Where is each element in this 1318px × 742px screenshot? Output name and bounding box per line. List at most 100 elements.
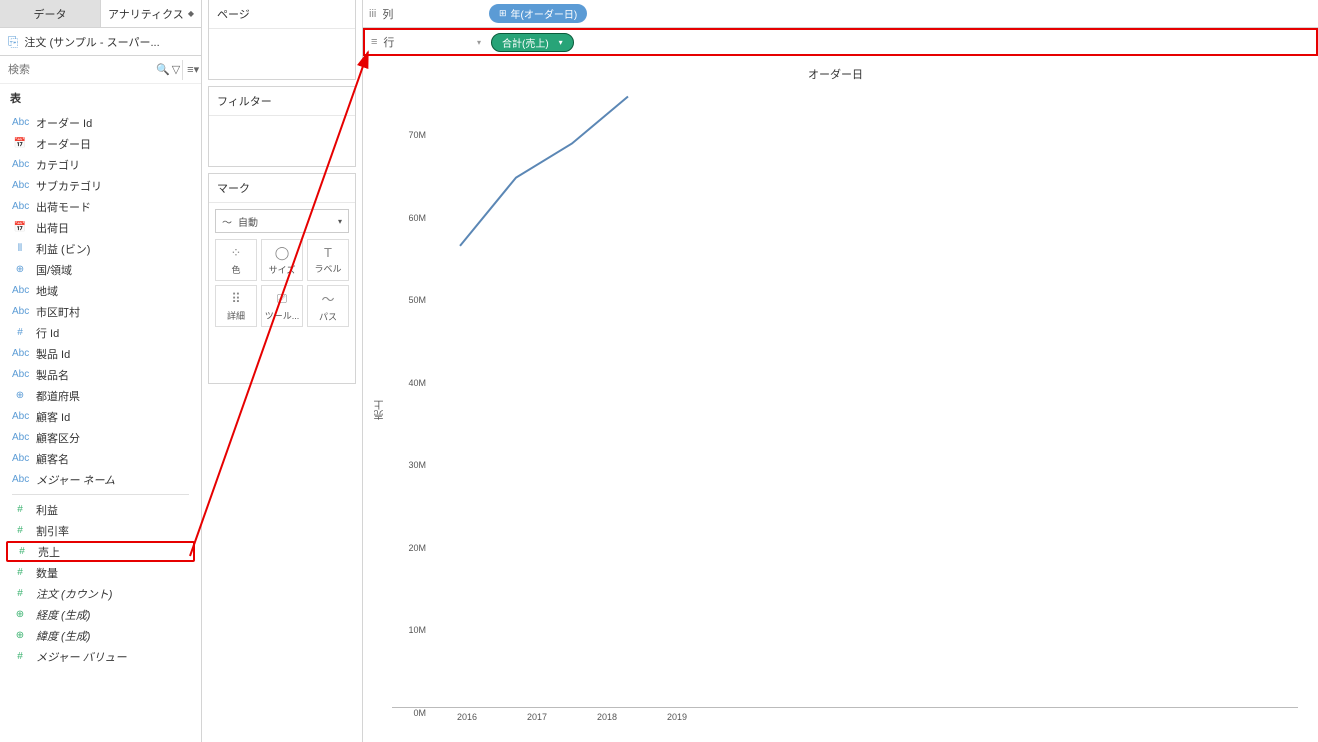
y-tick: 30M	[408, 460, 426, 470]
Abc-icon: Abc	[12, 474, 28, 485]
Abc-icon: Abc	[12, 411, 28, 422]
chart-plot[interactable]: 0M10M20M30M40M50M60M70M	[392, 88, 1298, 708]
mark-color-button[interactable]: ⁘色	[215, 239, 257, 281]
field-label: 国/領域	[36, 262, 72, 278]
field-緯度 (生成)[interactable]: ⊕緯度 (生成)	[6, 625, 195, 646]
Abc-icon: Abc	[12, 180, 28, 191]
date-icon: 📅	[12, 222, 28, 233]
field-注文 (カウント)[interactable]: # 注文 (カウント)	[6, 583, 195, 604]
x-tick: 2019	[642, 708, 712, 732]
field-label: 出荷モード	[36, 199, 91, 215]
mark-path-button[interactable]: 〜パス	[307, 285, 349, 327]
mark-type-select[interactable]: 〜 自動 ▾	[215, 209, 349, 233]
field-label: 製品名	[36, 367, 69, 383]
field-label: 売上	[38, 544, 60, 560]
field-売上[interactable]: #売上	[6, 541, 195, 562]
field-市区町村[interactable]: Abc市区町村	[6, 301, 195, 322]
datasource-name: 注文 (サンプル - スーパー...	[24, 34, 159, 50]
chart-area: オーダー日 売上 0M10M20M30M40M50M60M70M 2016201…	[363, 56, 1318, 742]
detail-icon: ⠿	[231, 291, 241, 307]
field-出荷日[interactable]: 📅 出荷日	[6, 217, 195, 238]
line-series	[432, 88, 752, 408]
Abc-icon: Abc	[12, 432, 28, 443]
field-label: 数量	[36, 565, 58, 581]
field-割引率[interactable]: #割引率	[6, 520, 195, 541]
field-label: 利益	[36, 502, 58, 518]
y-tick: 0M	[413, 708, 426, 718]
field-メジャー バリュー[interactable]: #メジャー バリュー	[6, 646, 195, 667]
Abc-icon: Abc	[12, 306, 28, 317]
field-オーダー Id[interactable]: Abcオーダー Id	[6, 112, 195, 133]
field-顧客 Id[interactable]: Abc顧客 Id	[6, 406, 195, 427]
hash-icon: #	[12, 504, 28, 515]
field-都道府県[interactable]: ⊕都道府県	[6, 385, 195, 406]
globe-icon: ⊕	[12, 264, 28, 275]
filter-icon[interactable]: ▽	[172, 60, 180, 80]
search-input[interactable]	[4, 62, 154, 78]
data-tabs: データ アナリティクス◆	[0, 0, 201, 28]
mark-label-button[interactable]: Tラベル	[307, 239, 349, 281]
x-axis: 2016201720182019	[392, 708, 712, 732]
datasource-icon: ⎘	[8, 34, 18, 50]
field-メジャー ネーム[interactable]: Abcメジャー ネーム	[6, 469, 195, 490]
filters-shelf[interactable]: フィルター	[208, 86, 356, 167]
mark-size-button[interactable]: ◯サイズ	[261, 239, 303, 281]
Abc-icon: Abc	[12, 453, 28, 464]
y-tick: 20M	[408, 543, 426, 553]
y-tick: 10M	[408, 625, 426, 635]
Abc-icon: Abc	[12, 117, 28, 128]
field-行 Id[interactable]: #行 Id	[6, 322, 195, 343]
y-tick: 70M	[408, 130, 426, 140]
datasource-row[interactable]: ⎘ 注文 (サンプル - スーパー...	[0, 28, 201, 56]
hash-icon: #	[12, 588, 28, 599]
field-利益 (ビン)[interactable]: ⫴利益 (ビン)	[6, 238, 195, 259]
field-経度 (生成)[interactable]: ⊕経度 (生成)	[6, 604, 195, 625]
field-label: 注文 (カウント)	[36, 586, 112, 602]
mark-type-label: 自動	[238, 214, 258, 229]
view-toggle-icon[interactable]: ≡▾	[182, 60, 199, 80]
date-icon: 📅	[12, 138, 28, 149]
field-label: サブカテゴリ	[36, 178, 102, 194]
hash-icon: #	[12, 651, 28, 662]
field-国/領域[interactable]: ⊕ 国/領域	[6, 259, 195, 280]
Abc-icon: Abc	[12, 285, 28, 296]
Abc-icon: Abc	[12, 348, 28, 359]
tab-dropdown-icon: ◆	[188, 9, 194, 18]
line-icon: 〜	[222, 214, 232, 229]
field-地域[interactable]: Abc地域	[6, 280, 195, 301]
field-サブカテゴリ[interactable]: Abc サブカテゴリ	[6, 175, 195, 196]
y-tick: 60M	[408, 213, 426, 223]
mark-tooltip-button[interactable]: ⎚ツール...	[261, 285, 303, 327]
hash-icon: #	[12, 567, 28, 578]
data-panel: データ アナリティクス◆ ⎘ 注文 (サンプル - スーパー... 🔍 ▽ ≡▾…	[0, 0, 202, 742]
field-顧客名[interactable]: Abc顧客名	[6, 448, 195, 469]
pages-shelf[interactable]: ページ	[208, 0, 356, 80]
field-製品 Id[interactable]: Abc製品 Id	[6, 343, 195, 364]
field-label: 出荷日	[36, 220, 69, 236]
tab-analytics[interactable]: アナリティクス◆	[101, 0, 201, 27]
filters-shelf-title: フィルター	[209, 87, 355, 116]
field-label: 緯度 (生成)	[36, 628, 90, 644]
tab-data[interactable]: データ	[0, 0, 101, 27]
field-オーダー日[interactable]: 📅オーダー日	[6, 133, 195, 154]
chevron-down-icon: ▾	[477, 38, 481, 47]
x-tick: 2018	[572, 708, 642, 732]
y-tick: 40M	[408, 378, 426, 388]
search-icon[interactable]: 🔍	[156, 60, 170, 80]
section-tables: 表	[0, 84, 201, 110]
main-panel: iii 列 ⊞ 年(オーダー日) ≡ 行 ▾ 合計(売上) ▾ オーダー日 売上…	[362, 0, 1318, 742]
rows-shelf[interactable]: ≡ 行 ▾ 合計(売上) ▾	[363, 28, 1318, 56]
pages-shelf-title: ページ	[209, 0, 355, 29]
field-製品名[interactable]: Abc製品名	[6, 364, 195, 385]
field-カテゴリ[interactable]: Abcカテゴリ	[6, 154, 195, 175]
field-label: 都道府県	[36, 388, 80, 404]
field-利益[interactable]: # 利益	[6, 499, 195, 520]
columns-pill-year[interactable]: ⊞ 年(オーダー日)	[489, 4, 587, 23]
field-数量[interactable]: # 数量	[6, 562, 195, 583]
columns-icon: iii	[369, 8, 376, 20]
field-顧客区分[interactable]: Abc顧客区分	[6, 427, 195, 448]
field-出荷モード[interactable]: Abc出荷モード	[6, 196, 195, 217]
columns-shelf[interactable]: iii 列 ⊞ 年(オーダー日)	[363, 0, 1318, 28]
mark-detail-button[interactable]: ⠿詳細	[215, 285, 257, 327]
rows-pill-sum-sales[interactable]: 合計(売上) ▾	[491, 33, 574, 52]
